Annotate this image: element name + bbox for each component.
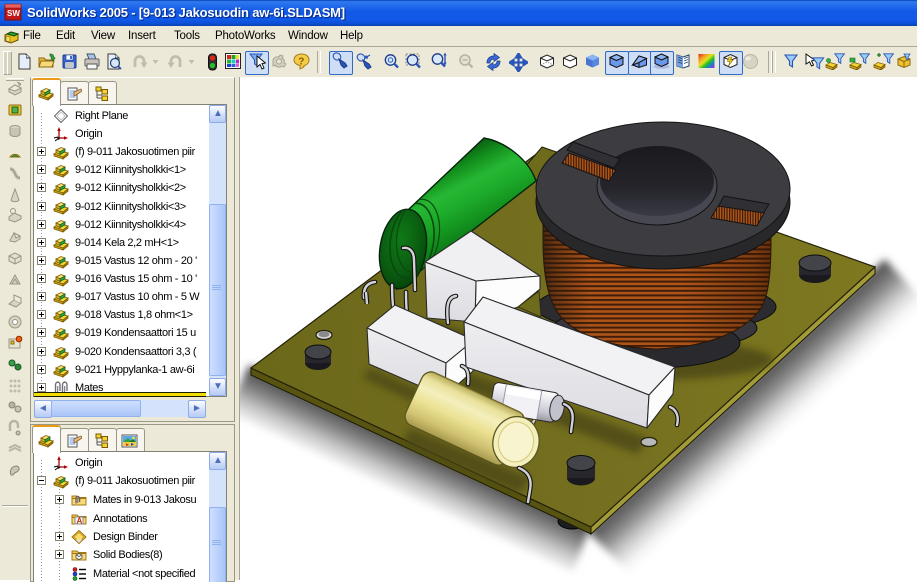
svg-text:A: A — [77, 517, 83, 526]
svg-text:?: ? — [298, 57, 304, 68]
svg-text:SW: SW — [7, 9, 20, 18]
